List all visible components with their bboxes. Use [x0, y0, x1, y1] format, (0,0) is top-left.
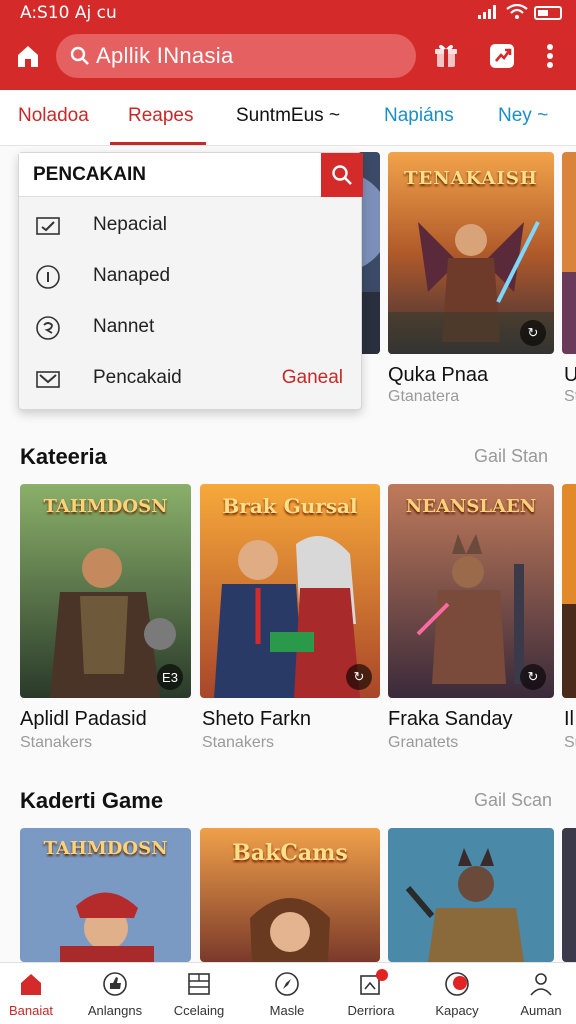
- dropdown-item[interactable]: Nepacial: [19, 201, 363, 251]
- category-tabs: Noladoa Reapes SuntmEus ~ Napiáns Ney ~: [0, 90, 576, 146]
- game-card-cover[interactable]: [562, 484, 576, 698]
- cover-art-title: Brak Gursal: [222, 494, 358, 518]
- home-icon[interactable]: [12, 40, 44, 72]
- bottom-navigation: Banaiat Anlangns Ccelaing Masle Derriora…: [0, 962, 576, 1024]
- list-icon: [188, 973, 210, 995]
- info-circle-icon: [36, 265, 60, 289]
- tab-ney[interactable]: Ney ~: [498, 105, 548, 127]
- game-type-badge: E3: [157, 664, 183, 690]
- dropdown-title: PENCAKAIN: [33, 164, 146, 185]
- game-subtitle: Stanakers: [20, 734, 93, 751]
- game-title[interactable]: Sheto Farkn: [202, 708, 311, 731]
- game-card-cover[interactable]: [562, 828, 576, 962]
- nav-label: Auman: [520, 1003, 562, 1018]
- tab-selected-indicator: [110, 142, 206, 145]
- dropdown-item[interactable]: Nanaped: [19, 252, 363, 302]
- tab-suntmeus[interactable]: SuntmEus ~: [236, 105, 340, 127]
- nav-item-kapacy[interactable]: Kapacy: [416, 963, 498, 1024]
- game-subtitle: Su: [564, 734, 576, 751]
- dropdown-cancel-button[interactable]: Ganeal: [282, 367, 343, 389]
- dropdown-item-label: Nannet: [93, 316, 155, 337]
- mail-box-icon: [36, 371, 60, 388]
- dropdown-item-label: Nanaped: [93, 265, 171, 286]
- game-subtitle: Stanakers: [202, 734, 275, 751]
- search-icon: [70, 46, 89, 65]
- nav-label: Banaiat: [8, 1003, 54, 1018]
- nav-label: Ccelaing: [173, 1003, 225, 1018]
- nav-item-home[interactable]: Banaiat: [0, 963, 72, 1024]
- app-header: A:S10 Aj cu Apllik INnasia: [0, 0, 576, 90]
- nav-item-anlangns[interactable]: Anlangns: [74, 963, 156, 1024]
- cover-art-title: NEANSLAEN: [405, 496, 537, 517]
- cover-art-title: TENAKAISH: [404, 168, 538, 189]
- dropdown-item-label: Pencakaid: [93, 367, 182, 388]
- nav-label: Kapacy: [435, 1003, 479, 1018]
- gift-icon[interactable]: [430, 40, 462, 72]
- tab-reapes[interactable]: Reapes: [128, 105, 194, 127]
- battery-icon: [534, 6, 562, 20]
- signal-icon: [478, 5, 496, 19]
- thumbs-up-icon: [103, 972, 127, 996]
- nav-item-masle[interactable]: Masle: [246, 963, 328, 1024]
- nav-label: Derriora: [347, 1003, 395, 1018]
- section-title: Kaderti Game: [20, 788, 164, 813]
- dropdown-item-label: Nepacial: [93, 214, 167, 235]
- nav-item-ccelaing[interactable]: Ccelaing: [158, 963, 240, 1024]
- game-title[interactable]: Aplidl Padasid: [20, 708, 147, 731]
- status-bar: A:S10 Aj cu: [0, 0, 576, 26]
- section-see-all-link[interactable]: Gail Stan: [474, 446, 548, 467]
- game-type-badge: ↻: [520, 664, 546, 690]
- person-icon: [530, 973, 552, 996]
- more-vertical-icon[interactable]: [536, 40, 568, 72]
- search-label: Apllik INnasia: [96, 43, 234, 68]
- game-card-cover[interactable]: [388, 828, 554, 962]
- cover-art-title: BakCams: [232, 840, 348, 866]
- compass-icon: [275, 972, 299, 996]
- dropdown-header: PENCAKAIN: [19, 153, 363, 197]
- nav-label: Anlangns: [87, 1003, 143, 1018]
- game-type-badge: ↻: [346, 664, 372, 690]
- nav-item-auman[interactable]: Auman: [500, 963, 576, 1024]
- section-title: Kateeria: [20, 444, 107, 469]
- game-title[interactable]: Fraka Sanday: [388, 708, 513, 731]
- game-subtitle: St: [564, 388, 576, 405]
- game-type-badge: ↻: [520, 320, 546, 346]
- profile-badge-icon: [445, 972, 469, 996]
- search-bar[interactable]: Apllik INnasia: [56, 34, 416, 78]
- game-title[interactable]: U: [564, 364, 576, 387]
- cover-art-title: TAHMDOSN: [43, 838, 168, 859]
- refresh-circle-icon: [36, 316, 60, 340]
- tab-noladoa[interactable]: Noladoa: [18, 105, 89, 127]
- search-icon: [332, 165, 352, 185]
- section-see-all-link[interactable]: Gail Scan: [474, 790, 552, 811]
- cover-art-title: TAHMDOSN: [43, 496, 168, 517]
- dropdown-search-button[interactable]: [321, 153, 363, 197]
- nav-item-derriora[interactable]: Derriora: [330, 963, 412, 1024]
- home-icon: [21, 974, 41, 995]
- search-dropdown: PENCAKAIN Nepacial Nanaped Nannet Pencak…: [18, 152, 363, 410]
- game-subtitle: Gtanatera: [388, 388, 460, 405]
- notification-dot: [376, 969, 388, 981]
- game-card-cover[interactable]: [562, 152, 576, 354]
- game-subtitle: Granatets: [388, 734, 459, 751]
- game-title[interactable]: Il: [564, 708, 574, 731]
- dropdown-item[interactable]: Nannet: [19, 303, 363, 353]
- share-icon[interactable]: [486, 40, 518, 72]
- game-title[interactable]: Quka Pnaa: [388, 364, 488, 387]
- wifi-icon: [506, 4, 528, 19]
- dropdown-item[interactable]: Pencakaid Ganeal: [19, 354, 363, 404]
- app-screen: A:S10 Aj cu Apllik INnasia Noladoa Reape…: [0, 0, 576, 1024]
- check-box-icon: [36, 217, 60, 235]
- status-time: A:S10 Aj cu: [20, 3, 117, 23]
- nav-label: Masle: [269, 1003, 305, 1018]
- tab-napians[interactable]: Napiáns: [384, 105, 454, 127]
